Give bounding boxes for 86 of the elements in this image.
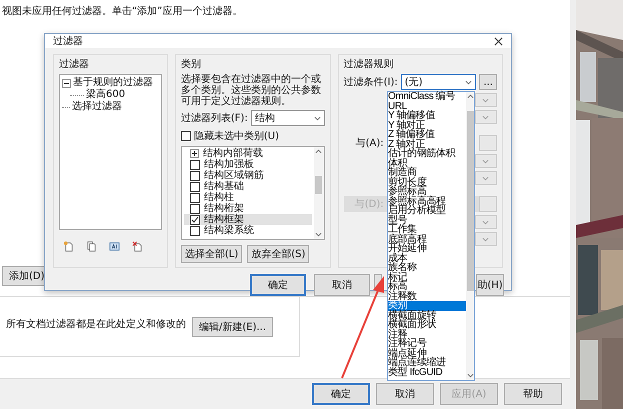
option-item[interactable]: 参照标高 <box>388 187 466 196</box>
status-message: 视图未应用任何过滤器。单击“添加”应用一个过滤器。 <box>1 4 244 18</box>
chevron-down-icon <box>465 80 472 84</box>
option-item[interactable]: 端点连续缩进 <box>388 358 466 368</box>
chevron-down-icon <box>482 220 490 224</box>
option-item[interactable]: 制造商 <box>388 168 466 178</box>
option-item[interactable]: 端点延伸 <box>388 348 466 358</box>
option-item[interactable]: 开始延伸 <box>388 244 466 254</box>
dialog-button[interactable]: 取消 <box>376 383 434 405</box>
select-all-button[interactable]: 选择全部(L) <box>180 245 242 263</box>
option-item[interactable]: 剪切长度 <box>388 178 466 187</box>
option-item[interactable]: OmniClass 编号 <box>388 92 466 102</box>
category-checkbox[interactable] <box>190 160 200 170</box>
category-checkbox[interactable] <box>190 170 200 180</box>
copy-icon[interactable] <box>86 241 97 252</box>
option-item[interactable]: 注释数 <box>388 292 466 301</box>
chevron-down-icon <box>482 114 490 120</box>
chevron-down-icon <box>314 116 321 120</box>
field-label: 与(A): <box>354 136 384 150</box>
option-item[interactable]: 底部高程 <box>388 234 466 244</box>
close-icon[interactable] <box>494 36 503 46</box>
delete-icon[interactable] <box>132 241 143 252</box>
dialog-button[interactable]: 助(H) <box>476 274 504 296</box>
group-title: 类别 <box>180 58 202 71</box>
chevron-down-icon[interactable] <box>315 232 322 237</box>
option-item[interactable]: 体积 <box>388 158 466 168</box>
category-item[interactable]: 结构框架 <box>184 214 312 225</box>
category-checkbox[interactable] <box>190 192 200 202</box>
option-item[interactable]: URL <box>388 102 466 111</box>
chevron-down-icon <box>482 158 490 164</box>
category-checkbox[interactable] <box>190 182 200 192</box>
option-item[interactable]: Z 轴对正 <box>388 140 466 149</box>
scrollbar[interactable] <box>466 92 474 380</box>
category-checkbox[interactable] <box>190 226 200 236</box>
group-title: 过滤器规则 <box>344 58 395 71</box>
scrollbar-thumb[interactable] <box>315 176 322 194</box>
option-item[interactable]: 工作集 <box>388 225 466 234</box>
chevron-down-icon[interactable] <box>466 373 474 378</box>
dialog-button[interactable]: 确定 <box>250 274 306 296</box>
hide-unchecked-checkbox[interactable]: 隐藏未选中类别(U) <box>180 129 325 143</box>
dialog-title: 过滤器 <box>53 34 83 48</box>
filter-list-dropdown[interactable]: 结构 <box>250 110 325 126</box>
category-checkbox[interactable] <box>190 204 200 214</box>
option-item[interactable]: Z 轴偏移值 <box>388 130 466 140</box>
option-item[interactable]: 标高 <box>388 282 466 292</box>
option-item[interactable]: 族名称 <box>388 263 466 272</box>
new-document-icon[interactable] <box>63 241 74 252</box>
option-item[interactable]: 横截面旋转 <box>388 310 466 320</box>
edit-new-button[interactable]: 编辑/新建(E)... <box>192 317 274 337</box>
chevron-down-icon <box>482 98 490 102</box>
group-title: 过滤器 <box>59 58 90 71</box>
option-item[interactable]: 型号 <box>388 216 466 225</box>
option-item[interactable]: 成本 <box>388 254 466 263</box>
dialog-button[interactable]: 取消 <box>314 274 370 296</box>
deselect-all-button[interactable]: 放弃全部(S) <box>247 245 310 263</box>
chevron-up-icon[interactable] <box>466 94 474 99</box>
tree-item[interactable]: 梁高600 <box>86 89 126 101</box>
option-item[interactable]: 估计的钢筋体积 <box>388 149 466 158</box>
category-checkbox[interactable] <box>190 214 200 224</box>
more-button[interactable]: ... <box>479 74 497 90</box>
field-label: 过滤条件(I): <box>344 76 398 89</box>
option-item[interactable]: 标记 <box>388 272 466 282</box>
option-item[interactable]: 参照标高高程 <box>388 196 466 206</box>
option-item[interactable]: Y 轴偏移值 <box>388 111 466 120</box>
dialog-button[interactable]: 确定 <box>312 383 370 405</box>
scrollbar[interactable] <box>314 147 324 239</box>
option-item[interactable]: 注释 <box>388 330 466 339</box>
option-item[interactable]: 启用分析模型 <box>388 206 466 216</box>
description-text: 选择要包含在过滤器中的一个或多个类别。这些类别的公共参数可用于定义过滤器规则。 <box>180 74 322 107</box>
option-item[interactable]: 注释记号 <box>388 339 466 348</box>
option-item[interactable]: 横截面形状 <box>388 320 466 330</box>
option-item[interactable]: Y 轴对正 <box>388 120 466 130</box>
dialog-button[interactable]: 帮助 <box>504 383 562 405</box>
option-item[interactable]: 类型 IfcGUID <box>388 368 466 377</box>
chevron-up-icon[interactable] <box>315 149 322 154</box>
chevron-down-icon <box>482 176 490 180</box>
tree-item[interactable]: 选择过滤器 <box>72 101 122 113</box>
field-label: 过滤器列表(F): <box>180 112 248 125</box>
rename-icon[interactable] <box>109 241 120 252</box>
note-text: 所有文档过滤器都是在此处定义和修改的 <box>6 318 186 331</box>
expander-icon[interactable] <box>62 78 71 88</box>
chevron-down-icon <box>482 236 490 242</box>
expander-icon[interactable] <box>190 149 199 158</box>
scrollbar-thumb[interactable] <box>466 111 474 291</box>
condition-dropdown[interactable]: (无) <box>400 74 476 90</box>
tree-item[interactable]: 基于规则的过滤器 <box>73 77 153 89</box>
